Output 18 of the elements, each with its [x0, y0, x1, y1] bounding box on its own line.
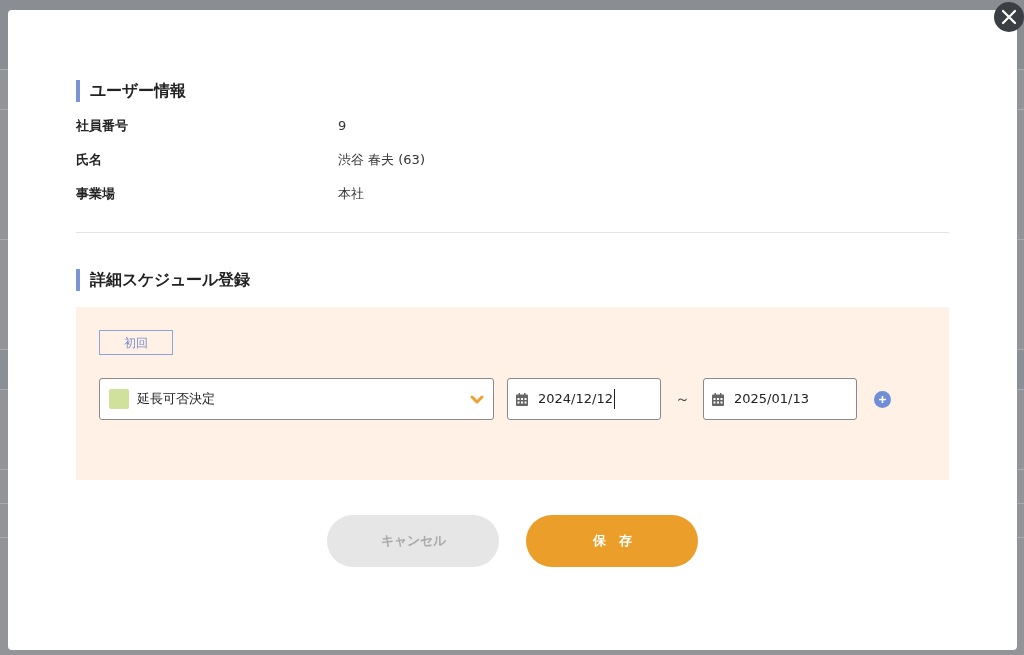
field-label: 事業場 — [76, 186, 115, 201]
type-select[interactable]: 延長可否決定 — [99, 378, 494, 420]
round-badge: 初回 — [99, 330, 173, 355]
field-value: 9 — [338, 117, 347, 135]
close-icon — [1001, 9, 1017, 25]
chevron-down-icon — [470, 394, 484, 404]
field-label: 社員番号 — [76, 118, 128, 133]
field-value: 渋谷 春夫 (63) — [338, 151, 425, 169]
range-separator: ～ — [673, 388, 691, 410]
add-icon[interactable] — [874, 390, 891, 408]
calendar-icon — [516, 392, 528, 406]
field-value: 本社 — [338, 185, 364, 203]
calendar-icon — [712, 392, 724, 406]
date-field[interactable]: 2024/12/12 — [507, 378, 661, 420]
field-label: 氏名 — [76, 152, 102, 167]
date-field[interactable]: 2025/01/13 — [703, 378, 857, 420]
section-heading: ユーザー情報 — [76, 80, 949, 102]
section-heading: 詳細スケジュール登録 — [76, 269, 949, 291]
